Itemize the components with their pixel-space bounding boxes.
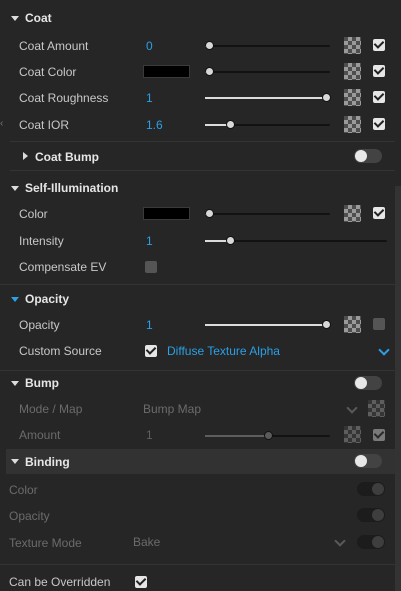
- texture-map-icon[interactable]: [344, 89, 361, 106]
- collapse-arrow-icon: [11, 381, 19, 386]
- coat-ior-value[interactable]: 1.6: [146, 118, 163, 132]
- slider-fill: [205, 97, 324, 99]
- bump-toggle[interactable]: [354, 376, 382, 390]
- bump-amount-label: Amount: [19, 428, 61, 442]
- slider-knob[interactable]: [264, 431, 273, 440]
- collapse-arrow-icon: [11, 186, 19, 191]
- coat-ior-slider[interactable]: [205, 120, 330, 129]
- texture-mode-value[interactable]: Bake: [133, 535, 160, 549]
- binding-opacity-toggle[interactable]: [357, 508, 385, 522]
- chevron-down-icon[interactable]: [334, 535, 346, 547]
- divider: [0, 564, 395, 565]
- subsection-title: Coat Bump: [35, 150, 99, 164]
- self-illum-color-label: Color: [19, 207, 48, 221]
- coat-roughness-checkbox[interactable]: [373, 91, 385, 103]
- binding-toggle[interactable]: [354, 454, 382, 468]
- bump-amount-slider[interactable]: [205, 431, 330, 440]
- slider-fill: [205, 124, 228, 126]
- intensity-value[interactable]: 1: [146, 234, 153, 248]
- binding-section-header[interactable]: Binding: [6, 449, 395, 474]
- coat-color-label: Coat Color: [19, 65, 77, 79]
- opacity-value[interactable]: 1: [146, 318, 153, 332]
- slider-knob[interactable]: [226, 120, 235, 129]
- divider: [0, 284, 395, 285]
- compensate-ev-checkbox[interactable]: [145, 261, 157, 273]
- slider-fill: [205, 240, 228, 242]
- coat-amount-checkbox[interactable]: [373, 39, 385, 51]
- compensate-ev-label: Compensate EV: [19, 260, 107, 274]
- section-title: Binding: [25, 455, 70, 469]
- bump-amount-value[interactable]: 1: [146, 428, 153, 442]
- opacity-section-header[interactable]: Opacity: [0, 287, 395, 311]
- intensity-label: Intensity: [19, 234, 64, 248]
- self-illumination-section-header[interactable]: Self-Illumination: [0, 176, 395, 200]
- coat-roughness-value[interactable]: 1: [146, 91, 153, 105]
- can-be-overridden-label: Can be Overridden: [9, 575, 111, 589]
- coat-amount-label: Coat Amount: [19, 39, 89, 53]
- self-illum-color-swatch[interactable]: [143, 207, 190, 220]
- bump-section-header[interactable]: Bump: [0, 371, 395, 395]
- coat-amount-slider[interactable]: [205, 41, 330, 50]
- custom-source-dropdown-value[interactable]: Diffuse Texture Alpha: [167, 344, 280, 358]
- slider-knob[interactable]: [205, 41, 214, 50]
- texture-map-icon[interactable]: [344, 63, 361, 80]
- expand-arrow-icon: [23, 152, 28, 160]
- scroll-left-indicator: ‹: [0, 118, 4, 129]
- section-title: Bump: [25, 376, 59, 390]
- opacity-slider[interactable]: [205, 320, 331, 329]
- slider-fill: [205, 324, 324, 326]
- collapse-arrow-icon: [11, 459, 19, 464]
- scrollbar[interactable]: [395, 186, 401, 591]
- texture-map-icon[interactable]: [344, 316, 361, 333]
- binding-color-label: Color: [9, 483, 38, 497]
- slider-knob[interactable]: [205, 209, 214, 218]
- mode-map-label: Mode / Map: [19, 402, 83, 416]
- coat-bump-subsection[interactable]: Coat Bump: [10, 141, 395, 171]
- can-be-overridden-checkbox[interactable]: [135, 576, 147, 588]
- coat-color-slider[interactable]: [205, 67, 330, 76]
- texture-map-icon[interactable]: [344, 426, 361, 443]
- chevron-down-icon[interactable]: [346, 402, 358, 414]
- self-illum-color-slider[interactable]: [205, 209, 330, 218]
- coat-color-checkbox[interactable]: [373, 65, 385, 77]
- coat-section-header[interactable]: Coat: [0, 6, 395, 30]
- section-title: Self-Illumination: [25, 181, 119, 195]
- coat-roughness-label: Coat Roughness: [19, 91, 109, 105]
- collapse-arrow-icon: [11, 16, 19, 21]
- slider-knob[interactable]: [322, 93, 331, 102]
- custom-source-label: Custom Source: [19, 344, 102, 358]
- collapse-arrow-icon: [11, 297, 19, 302]
- texture-map-icon[interactable]: [368, 400, 385, 417]
- coat-amount-value[interactable]: 0: [146, 39, 153, 53]
- mode-map-value[interactable]: Bump Map: [143, 402, 201, 416]
- section-title: Coat: [25, 11, 52, 25]
- coat-bump-toggle[interactable]: [354, 149, 382, 163]
- texture-mode-label: Texture Mode: [9, 536, 82, 550]
- texture-map-icon[interactable]: [344, 37, 361, 54]
- texture-map-icon[interactable]: [344, 205, 361, 222]
- texture-map-icon[interactable]: [344, 116, 361, 133]
- slider-knob[interactable]: [322, 320, 331, 329]
- intensity-slider[interactable]: [205, 236, 387, 245]
- coat-roughness-slider[interactable]: [205, 93, 331, 102]
- opacity-map-checkbox[interactable]: [373, 318, 385, 330]
- binding-opacity-label: Opacity: [9, 509, 50, 523]
- slider-fill: [205, 435, 266, 437]
- slider-knob[interactable]: [205, 67, 214, 76]
- self-illum-color-checkbox[interactable]: [373, 207, 385, 219]
- chevron-down-icon[interactable]: [378, 344, 390, 356]
- bump-amount-checkbox[interactable]: [373, 429, 385, 441]
- custom-source-checkbox[interactable]: [145, 345, 157, 357]
- texture-mode-toggle[interactable]: [357, 535, 385, 549]
- opacity-label: Opacity: [19, 318, 60, 332]
- slider-knob[interactable]: [226, 236, 235, 245]
- coat-color-swatch[interactable]: [143, 65, 190, 78]
- coat-ior-checkbox[interactable]: [373, 118, 385, 130]
- coat-ior-label: Coat IOR: [19, 118, 70, 132]
- binding-color-toggle[interactable]: [357, 482, 385, 496]
- section-title: Opacity: [25, 292, 70, 306]
